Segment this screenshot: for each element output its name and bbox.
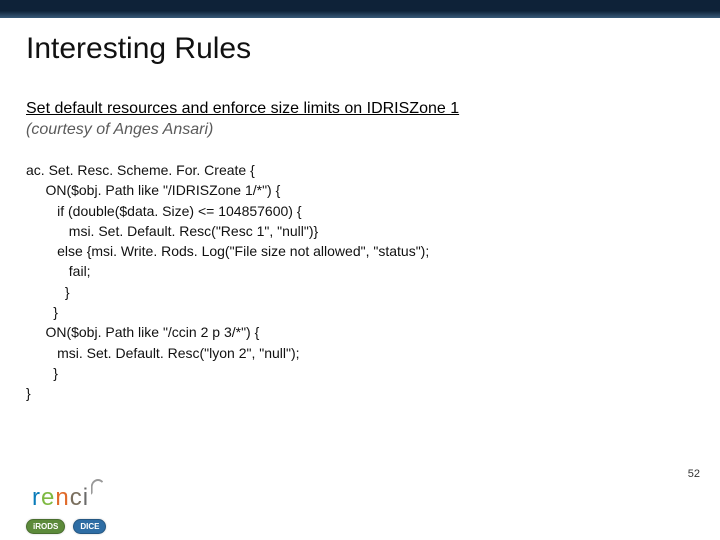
irods-badge: iRODS: [26, 519, 65, 534]
page-number: 52: [688, 468, 700, 480]
courtesy-note: (courtesy of Anges Ansari): [26, 121, 213, 139]
footer-badges: iRODS DICE: [26, 519, 106, 534]
footer-logo: renci: [32, 484, 106, 512]
renci-arc-icon: [91, 479, 105, 495]
renci-logo: renci: [32, 484, 106, 511]
slide-title: Interesting Rules: [26, 32, 251, 66]
dice-badge: DICE: [73, 519, 106, 534]
top-accent-bar: [0, 0, 720, 18]
slide: Interesting Rules Set default resources …: [0, 0, 720, 540]
rule-code-block: ac. Set. Resc. Scheme. For. Create { ON(…: [26, 160, 429, 404]
rule-subheading: Set default resources and enforce size l…: [26, 100, 459, 118]
